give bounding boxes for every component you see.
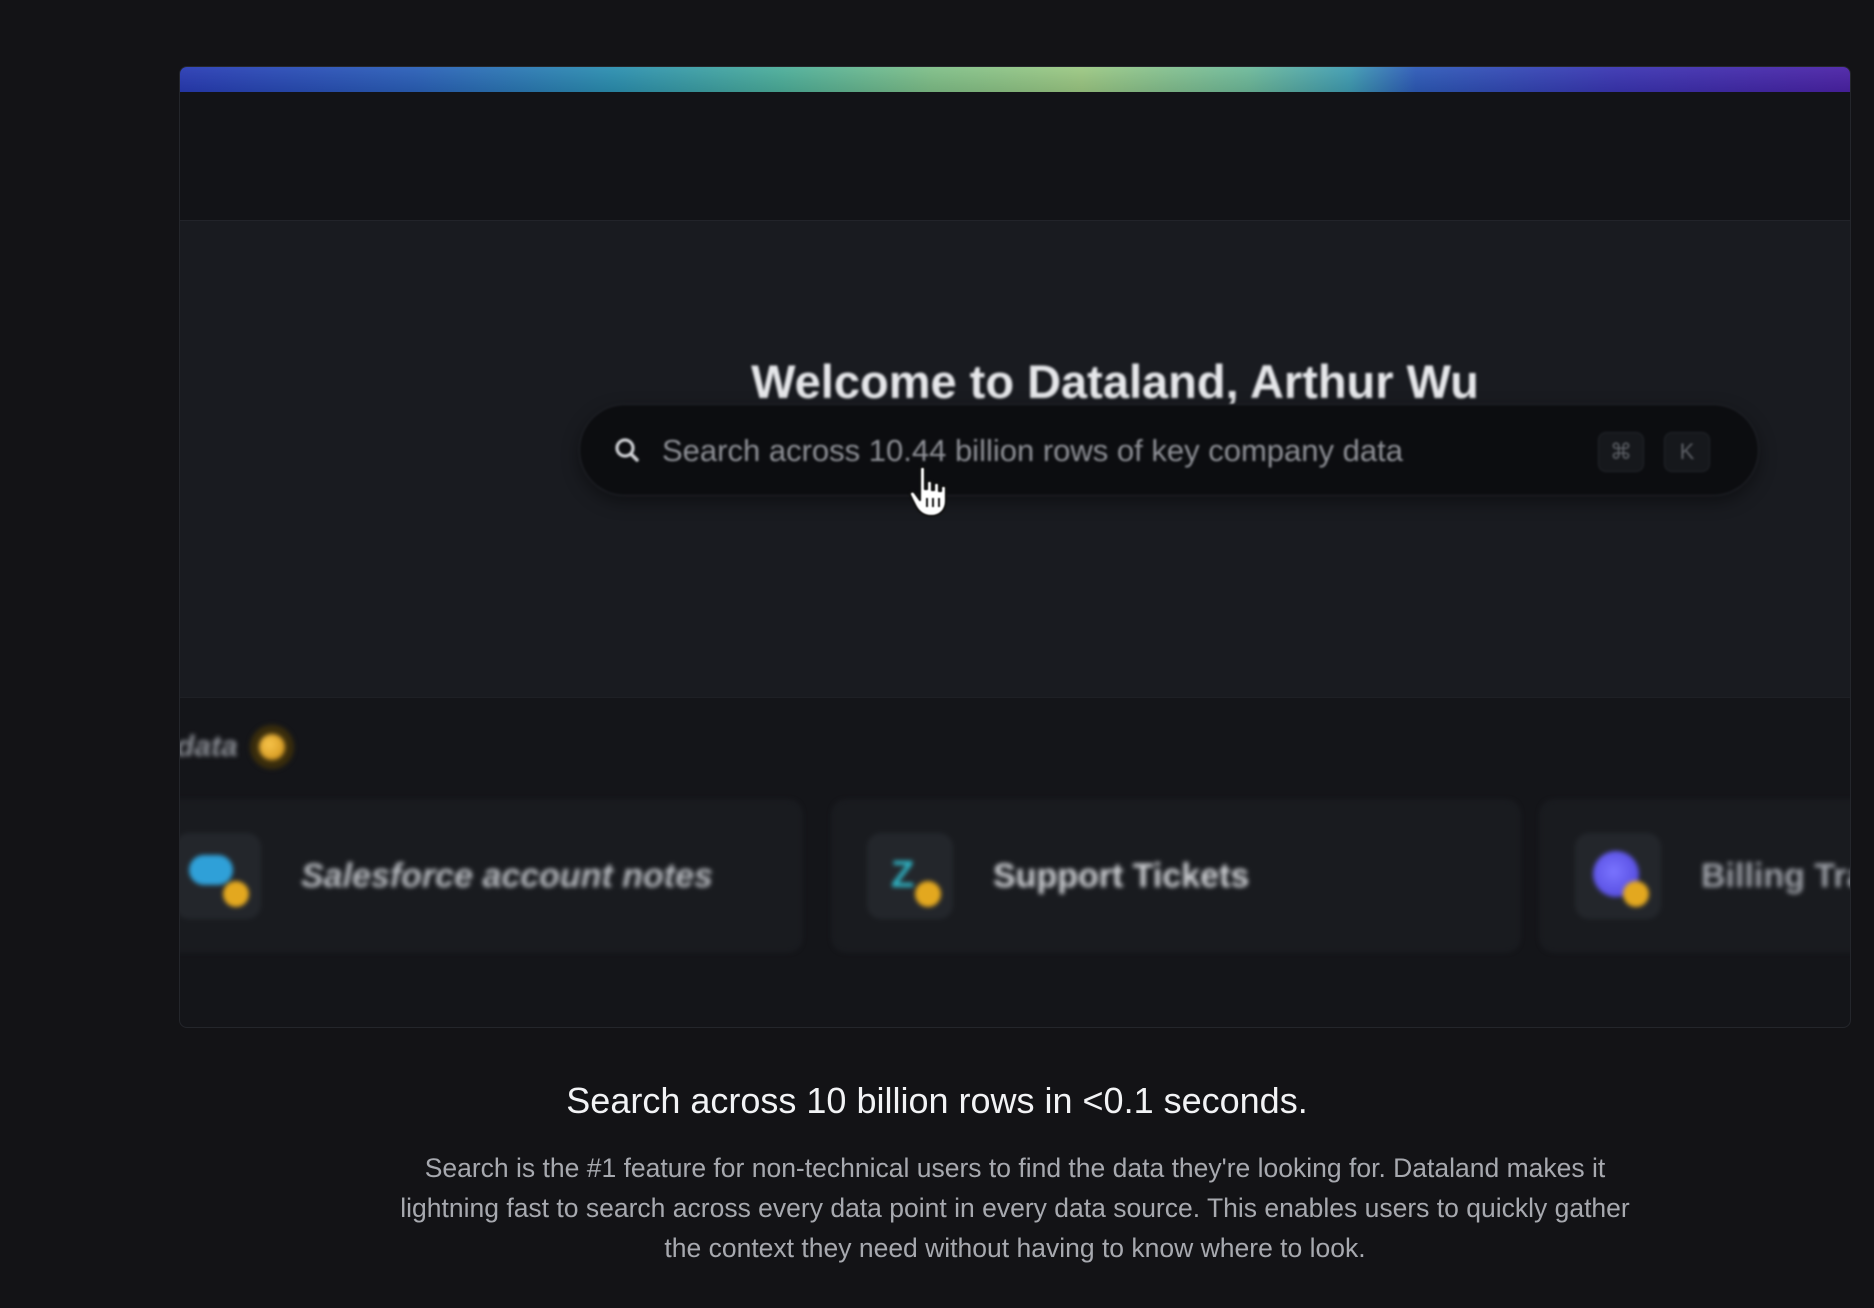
search-bar[interactable]: ⌘ K: [580, 405, 1758, 495]
app-screenshot-frame: Welcome to Dataland, Arthur Wu ⌘ K data: [179, 66, 1851, 1028]
feature-caption-title: Search across 10 billion rows in <0.1 se…: [566, 1080, 1308, 1121]
dataset-card-title: Billing Trans: [1701, 856, 1850, 895]
search-icon: [615, 438, 639, 462]
command-key-hint: ⌘: [1598, 432, 1644, 472]
zendesk-icon: Z: [867, 833, 953, 919]
dataset-card-title: Salesforce account notes: [301, 856, 713, 895]
app-titlebar: [180, 92, 1850, 221]
dataset-card-billing[interactable]: Billing Trans: [1540, 800, 1850, 952]
hand-pointer-cursor-icon: [908, 465, 948, 518]
gradient-header-bar: [180, 67, 1850, 92]
feature-caption-body: Search is the #1 feature for non-technic…: [400, 1153, 1630, 1263]
gold-coin-icon: [249, 725, 294, 769]
salesforce-cloud-icon: [180, 833, 261, 919]
dataset-card-salesforce[interactable]: Salesforce account notes: [180, 800, 802, 952]
search-input[interactable]: [660, 427, 1564, 475]
k-key-hint: K: [1664, 432, 1710, 472]
page: Welcome to Dataland, Arthur Wu ⌘ K data: [0, 0, 1874, 1308]
dataset-card-support-tickets[interactable]: Z Support Tickets: [832, 800, 1520, 952]
section-heading: data: [180, 722, 294, 772]
stripe-icon: [1575, 833, 1661, 919]
dataset-card-title: Support Tickets: [993, 856, 1250, 895]
welcome-title: Welcome to Dataland, Arthur Wu: [751, 355, 1479, 408]
section-heading-label: data: [179, 730, 238, 763]
